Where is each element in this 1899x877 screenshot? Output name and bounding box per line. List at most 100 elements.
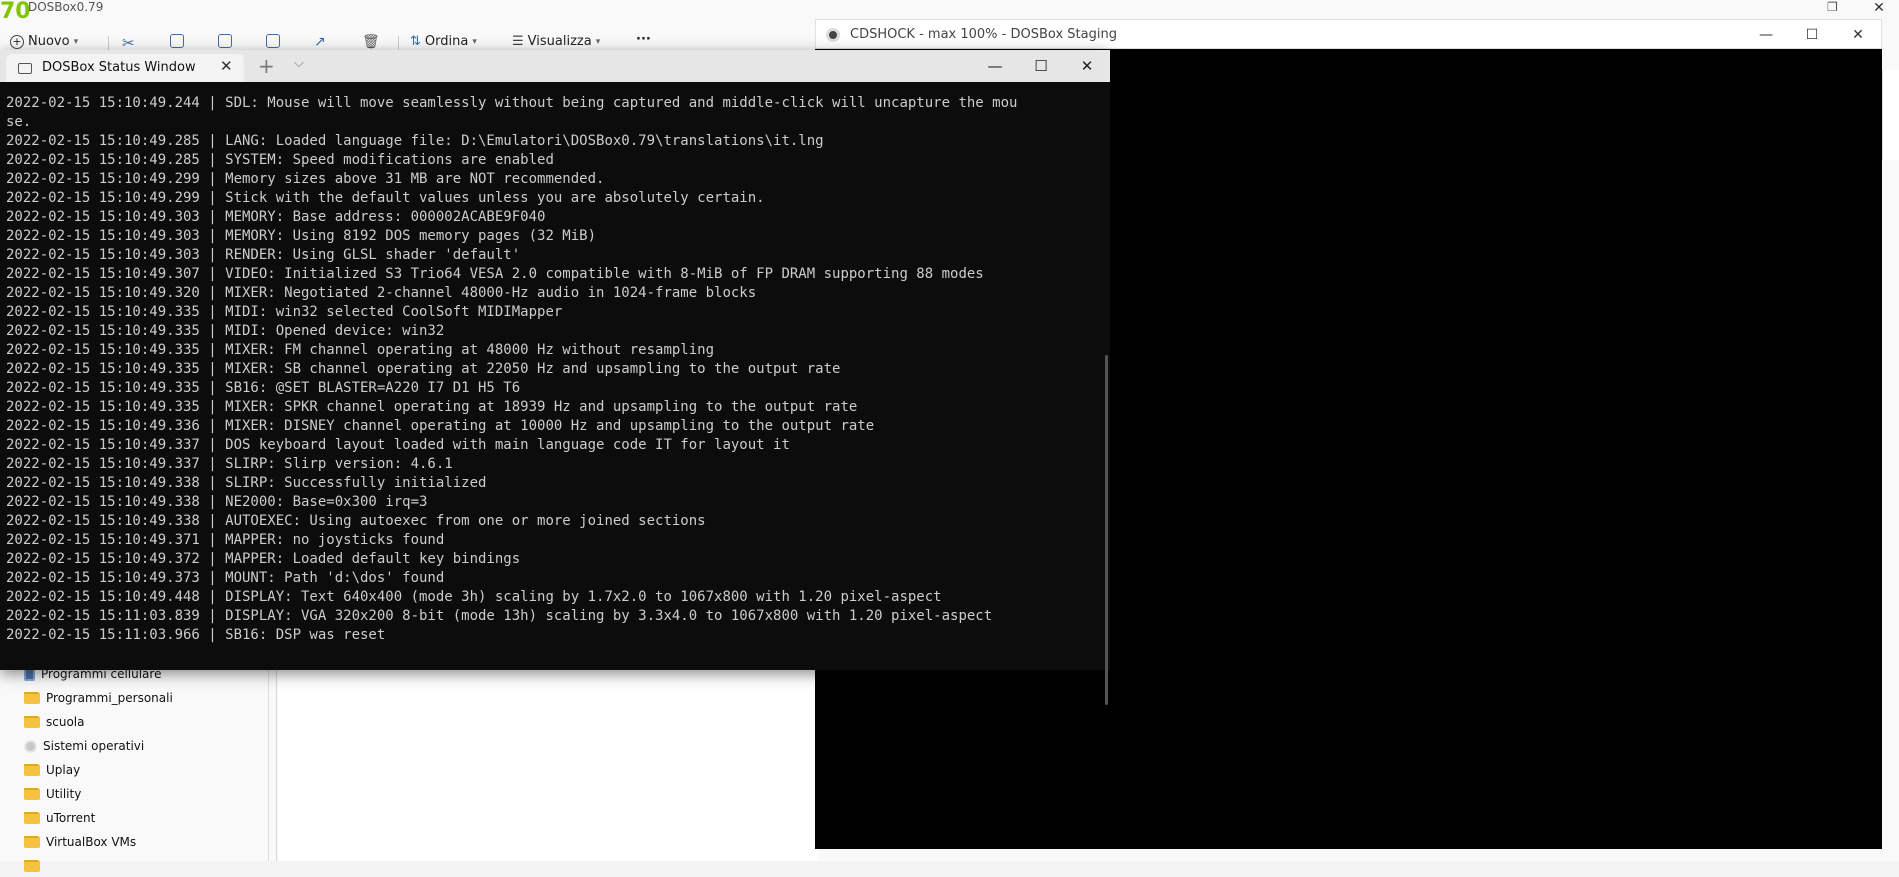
nav-item-label: uTorrent (46, 811, 96, 825)
tab-dropdown-button[interactable]: ⌵ (294, 56, 304, 71)
dosbox-minimize-button[interactable]: — (1743, 20, 1789, 50)
nav-item-label: Uplay (46, 763, 81, 777)
nav-item-utorrent[interactable]: uTorrent (24, 807, 95, 829)
log-line: 2022-02-15 15:10:49.285 | LANG: Loaded l… (6, 133, 824, 149)
restore-icon[interactable]: ❐ (1827, 0, 1851, 14)
view-icon: ☰ (512, 34, 524, 49)
nav-item-label: VirtualBox VMs (46, 835, 137, 849)
terminal-output[interactable]: 2022-02-15 15:10:49.244 | SDL: Mouse wil… (0, 94, 1096, 664)
copy-icon (170, 34, 184, 48)
explorer-content-area[interactable] (278, 660, 818, 861)
terminal-icon (18, 63, 32, 74)
log-line: 2022-02-15 15:10:49.299 | Memory sizes a… (6, 171, 605, 187)
log-line: 2022-02-15 15:10:49.335 | MIDI: Opened d… (6, 323, 445, 339)
terminal-tab[interactable]: DOSBox Status Window ✕ (6, 54, 244, 82)
chevron-down-icon: ▾ (73, 36, 79, 47)
log-line: 2022-02-15 15:10:49.303 | MEMORY: Using … (6, 228, 597, 244)
sort-label: Ordina (424, 34, 469, 49)
sort-icon: ⇅ (410, 34, 421, 49)
log-line: 2022-02-15 15:10:49.335 | MIXER: SPKR ch… (6, 399, 858, 415)
nav-item-uplay[interactable]: Uplay (24, 759, 80, 781)
nav-item-programmi-personali[interactable]: Programmi_personali (24, 687, 173, 709)
folder-icon (24, 788, 40, 800)
explorer-close-button[interactable]: ✕ (1859, 0, 1899, 16)
new-button[interactable]: + Nuovo ▾ (10, 34, 78, 49)
log-line: 2022-02-15 15:10:49.303 | MEMORY: Base a… (6, 209, 546, 225)
nav-pane-divider[interactable] (276, 660, 277, 861)
log-line: 2022-02-15 15:10:49.338 | NE2000: Base=0… (6, 494, 428, 510)
folder-icon (24, 716, 40, 728)
nav-item-label: Sistemi operativi (43, 739, 145, 753)
log-line: 2022-02-15 15:10:49.307 | VIDEO: Initial… (6, 266, 984, 282)
log-line: 2022-02-15 15:10:49.335 | SB16: @SET BLA… (6, 380, 521, 396)
terminal-scrollbar-thumb[interactable] (1105, 355, 1108, 705)
paste-button[interactable] (218, 34, 232, 48)
terminal-maximize-button[interactable]: ☐ (1018, 50, 1064, 82)
dosbox-titlebar[interactable]: CDSHOCK - max 100% - DOSBox Staging — ☐ … (815, 19, 1882, 49)
nav-item-label: scuola (46, 715, 85, 729)
explorer-nav-pane: Programmi cellulare Programmi_personali … (0, 660, 269, 872)
nav-item-label: Programmi_personali (46, 691, 173, 705)
plus-circle-icon: + (10, 34, 24, 49)
log-line: 2022-02-15 15:10:49.244 | SDL: Mouse wil… (6, 95, 1018, 111)
copy-button[interactable] (170, 34, 184, 48)
log-line: 2022-02-15 15:10:49.335 | MIXER: SB chan… (6, 361, 841, 377)
log-line: 2022-02-15 15:10:49.371 | MAPPER: no joy… (6, 532, 445, 548)
view-button[interactable]: ☰ Visualizza ▾ (512, 34, 600, 49)
log-line: 2022-02-15 15:10:49.285 | SYSTEM: Speed … (6, 152, 554, 168)
disk-icon (24, 739, 37, 753)
dosbox-app-icon (826, 28, 840, 42)
log-line: 2022-02-15 15:10:49.337 | DOS keyboard l… (6, 437, 790, 453)
delete-button[interactable]: 🗑 (362, 34, 380, 50)
log-line: 2022-02-15 15:10:49.338 | AUTOEXEC: Usin… (6, 513, 706, 529)
share-icon: ↗ (314, 34, 326, 50)
terminal-titlebar[interactable]: DOSBox Status Window ✕ + ⌵ — ☐ ✕ (0, 50, 1110, 82)
log-line: 2022-02-15 15:10:49.337 | SLIRP: Slirp v… (6, 456, 453, 472)
log-line: 2022-02-15 15:10:49.335 | MIXER: FM chan… (6, 342, 715, 358)
nav-item-virtualbox-vms[interactable]: VirtualBox VMs (24, 831, 136, 853)
dosbox-logo: 70 (0, 0, 31, 24)
chevron-down-icon: ▾ (595, 36, 601, 47)
folder-icon (24, 692, 40, 704)
folder-icon (24, 812, 40, 824)
nav-item-utility[interactable]: Utility (24, 783, 81, 805)
share-button[interactable]: ↗ (314, 34, 326, 50)
log-line: 2022-02-15 15:10:49.303 | RENDER: Using … (6, 247, 521, 263)
log-line: se. (6, 114, 32, 130)
new-label: Nuovo (28, 34, 70, 49)
more-options-button[interactable]: ··· (636, 32, 651, 47)
nav-item-label: Utility (46, 787, 82, 801)
nav-item-partial (24, 855, 40, 877)
terminal-close-button[interactable]: ✕ (1064, 50, 1110, 82)
log-line: 2022-02-15 15:10:49.336 | MIXER: DISNEY … (6, 418, 875, 434)
log-line: 2022-02-15 15:11:03.839 | DISPLAY: VGA 3… (6, 608, 993, 624)
log-line: 2022-02-15 15:10:49.320 | MIXER: Negotia… (6, 285, 757, 301)
view-label: Visualizza (527, 34, 592, 49)
nav-item-scuola[interactable]: scuola (24, 711, 84, 733)
terminal-tab-title: DOSBox Status Window (42, 60, 196, 75)
terminal-minimize-button[interactable]: — (972, 50, 1018, 82)
rename-button[interactable] (266, 34, 280, 48)
chevron-down-icon: ▾ (472, 36, 477, 47)
explorer-title: DOSBox0.79 (28, 0, 104, 14)
folder-icon (24, 764, 40, 776)
explorer-scroll-strip (1882, 70, 1899, 160)
trash-icon: 🗑 (362, 34, 380, 50)
dosbox-close-button[interactable]: ✕ (1835, 20, 1881, 50)
dosbox-maximize-button[interactable]: ☐ (1789, 20, 1835, 50)
log-line: 2022-02-15 15:11:03.966 | SB16: DSP was … (6, 627, 386, 643)
terminal-window: DOSBox Status Window ✕ + ⌵ — ☐ ✕ 2022-02… (0, 50, 1110, 705)
paste-icon (218, 34, 232, 48)
log-line: 2022-02-15 15:10:49.335 | MIDI: win32 se… (6, 304, 563, 320)
dosbox-window-title: CDSHOCK - max 100% - DOSBox Staging (850, 27, 1117, 42)
log-line: 2022-02-15 15:10:49.338 | SLIRP: Success… (6, 475, 487, 491)
sort-button[interactable]: ⇅ Ordina ▾ (410, 34, 477, 49)
folder-icon (24, 860, 40, 872)
folder-icon (24, 836, 40, 848)
rename-icon (266, 34, 280, 48)
tab-close-button[interactable]: ✕ (220, 57, 233, 75)
log-line: 2022-02-15 15:10:49.372 | MAPPER: Loaded… (6, 551, 521, 567)
new-tab-button[interactable]: + (258, 54, 275, 78)
nav-item-sistemi-operativi[interactable]: Sistemi operativi (24, 735, 144, 757)
log-line: 2022-02-15 15:10:49.299 | Stick with the… (6, 190, 765, 206)
